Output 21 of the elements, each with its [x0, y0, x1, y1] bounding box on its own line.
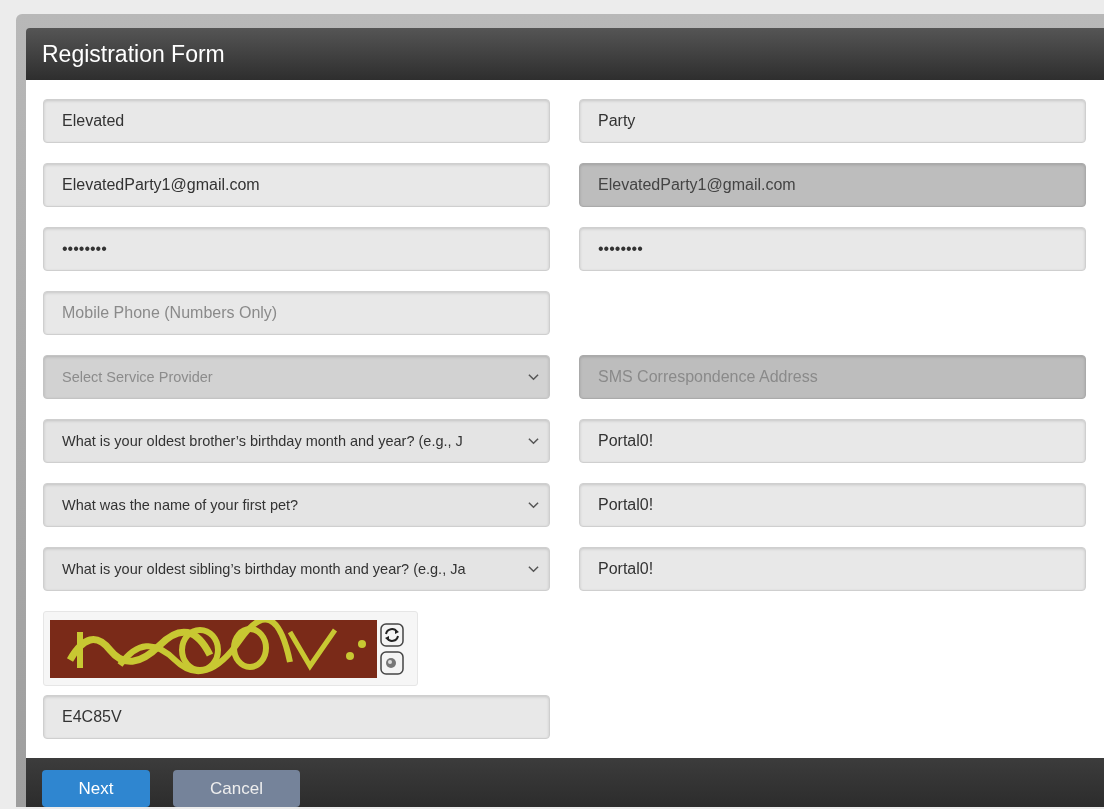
- input-field[interactable]: Portal0!: [579, 483, 1086, 527]
- speaker-icon[interactable]: [380, 650, 404, 675]
- input-field[interactable]: Party: [579, 99, 1086, 143]
- dropdown[interactable]: What is your oldest sibling’s birthday month and year? (e.g., Ja: [43, 547, 550, 591]
- next-button[interactable]: Next: [42, 770, 150, 807]
- input-field[interactable]: ••••••••: [43, 227, 550, 271]
- chevron-down-icon: [528, 437, 539, 445]
- chevron-down-icon: [528, 501, 539, 509]
- form-title: Registration Form: [42, 40, 225, 68]
- dropdown[interactable]: What was the name of your first pet?: [43, 483, 550, 527]
- chevron-down-icon: [528, 565, 539, 573]
- chevron-down-icon: [528, 373, 539, 381]
- input-field[interactable]: Portal0!: [579, 419, 1086, 463]
- input-field[interactable]: Elevated: [43, 99, 550, 143]
- refresh-icon[interactable]: [380, 622, 404, 647]
- input-field[interactable]: Portal0!: [579, 547, 1086, 591]
- input-field[interactable]: Mobile Phone (Numbers Only): [43, 291, 550, 335]
- input-field[interactable]: E4C85V: [43, 695, 550, 739]
- input-field[interactable]: ••••••••: [579, 227, 1086, 271]
- input-field[interactable]: ElevatedParty1@gmail.com: [43, 163, 550, 207]
- dropdown[interactable]: What is your oldest brother’s birthday month and year? (e.g., J: [43, 419, 550, 463]
